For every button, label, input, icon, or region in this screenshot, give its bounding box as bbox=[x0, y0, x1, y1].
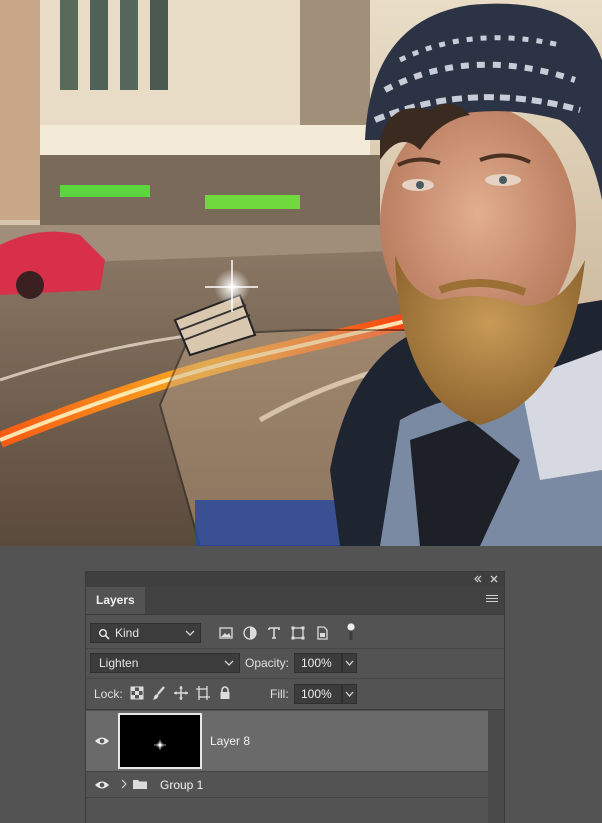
folder-icon bbox=[132, 778, 148, 793]
panel-title-bar[interactable] bbox=[86, 572, 504, 587]
chevron-down-icon bbox=[345, 660, 354, 666]
layer-name: Layer 8 bbox=[210, 734, 251, 748]
panel-tab-bar: Layers bbox=[86, 587, 504, 615]
tab-layers[interactable]: Layers bbox=[86, 587, 145, 614]
divider bbox=[86, 797, 488, 798]
search-icon bbox=[98, 627, 110, 645]
chevron-down-icon bbox=[224, 654, 234, 672]
blend-mode-value: Lighten bbox=[99, 656, 139, 670]
layer-row-layer-8[interactable]: Layer 8 bbox=[86, 711, 488, 771]
kind-filter-label: Kind bbox=[115, 626, 140, 640]
opacity-label: Opacity: bbox=[245, 656, 290, 670]
blend-row: Lighten Opacity: 100% bbox=[86, 649, 504, 678]
lock-transparency-icon[interactable] bbox=[129, 685, 145, 701]
lock-artboard-icon[interactable] bbox=[195, 685, 211, 701]
double-chevron-icon[interactable] bbox=[472, 573, 484, 585]
eye-icon[interactable] bbox=[94, 779, 110, 791]
chevron-down-icon bbox=[345, 691, 354, 697]
type-filter-icon[interactable] bbox=[266, 625, 282, 641]
shape-filter-icon[interactable] bbox=[290, 625, 306, 641]
chevron-down-icon bbox=[185, 624, 195, 642]
lock-image-icon[interactable] bbox=[151, 685, 167, 701]
lock-label: Lock: bbox=[94, 687, 123, 701]
fill-slider-button[interactable] bbox=[342, 684, 357, 704]
layer-list: Layer 8 Group 1 bbox=[86, 710, 488, 823]
layer-list-scrollbar[interactable] bbox=[488, 710, 504, 823]
lock-position-icon[interactable] bbox=[173, 685, 189, 701]
fill-input[interactable]: 100% bbox=[294, 684, 342, 704]
eye-icon[interactable] bbox=[94, 735, 110, 747]
filter-row: Kind bbox=[86, 615, 504, 648]
chevron-right-icon[interactable] bbox=[120, 778, 128, 793]
canvas-artwork bbox=[0, 0, 602, 546]
sparkle-icon bbox=[154, 740, 166, 750]
blend-mode-dropdown[interactable]: Lighten bbox=[90, 653, 240, 673]
lock-all-icon[interactable] bbox=[217, 685, 233, 701]
lock-row: Lock: Fill: 100% bbox=[86, 679, 504, 709]
opacity-input[interactable]: 100% bbox=[294, 653, 342, 673]
layer-thumbnail[interactable] bbox=[118, 713, 202, 769]
layers-panel: Layers Kind Lighten Opacity: 100% Lock: … bbox=[86, 572, 504, 823]
image-filter-icon[interactable] bbox=[218, 625, 234, 641]
document-canvas[interactable] bbox=[0, 0, 602, 546]
smart-object-filter-icon[interactable] bbox=[314, 625, 330, 641]
filter-toggle-icon[interactable] bbox=[346, 622, 356, 642]
kind-filter-dropdown[interactable]: Kind bbox=[90, 623, 201, 643]
layer-row-group-1[interactable]: Group 1 bbox=[86, 772, 488, 797]
fill-label: Fill: bbox=[270, 687, 289, 701]
adjustment-filter-icon[interactable] bbox=[242, 625, 258, 641]
opacity-slider-button[interactable] bbox=[342, 653, 357, 673]
panel-menu-icon[interactable] bbox=[486, 595, 498, 605]
close-icon[interactable] bbox=[488, 573, 500, 585]
layer-name: Group 1 bbox=[160, 778, 204, 792]
